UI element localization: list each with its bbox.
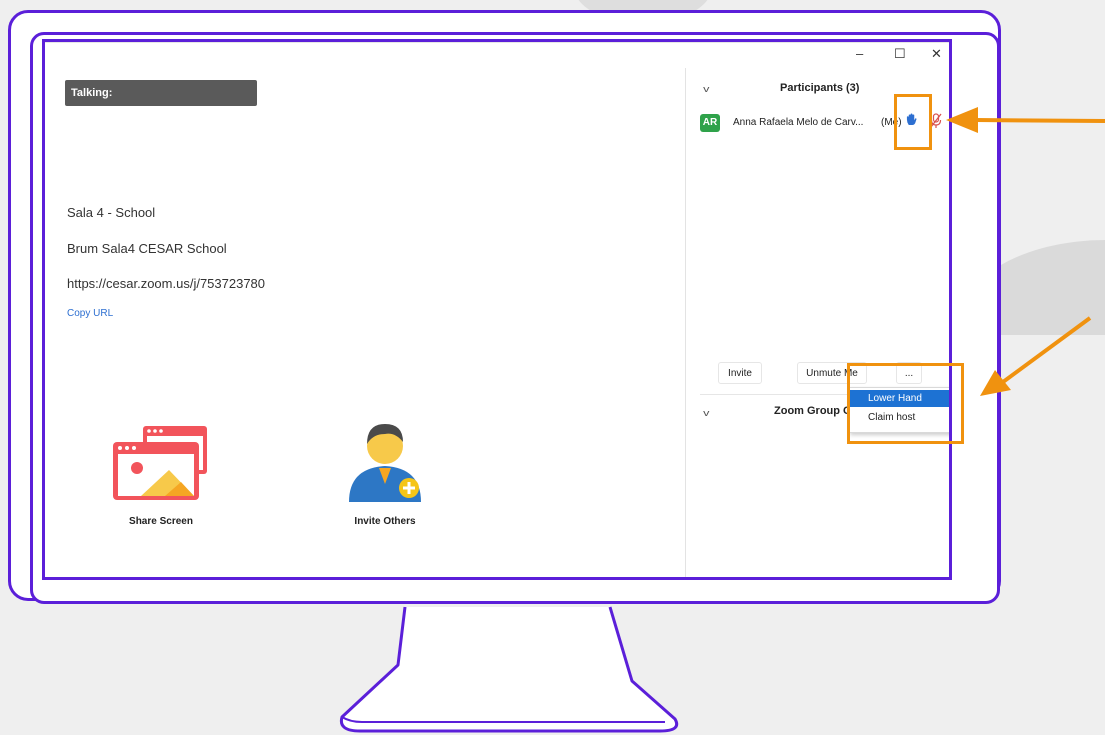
arrow-line-hand [974, 118, 1105, 123]
arrow-line-menu [1001, 316, 1092, 384]
arrow-head-icon [946, 107, 978, 133]
monitor-stand [339, 606, 679, 733]
arrow-head-icon [980, 370, 1011, 396]
